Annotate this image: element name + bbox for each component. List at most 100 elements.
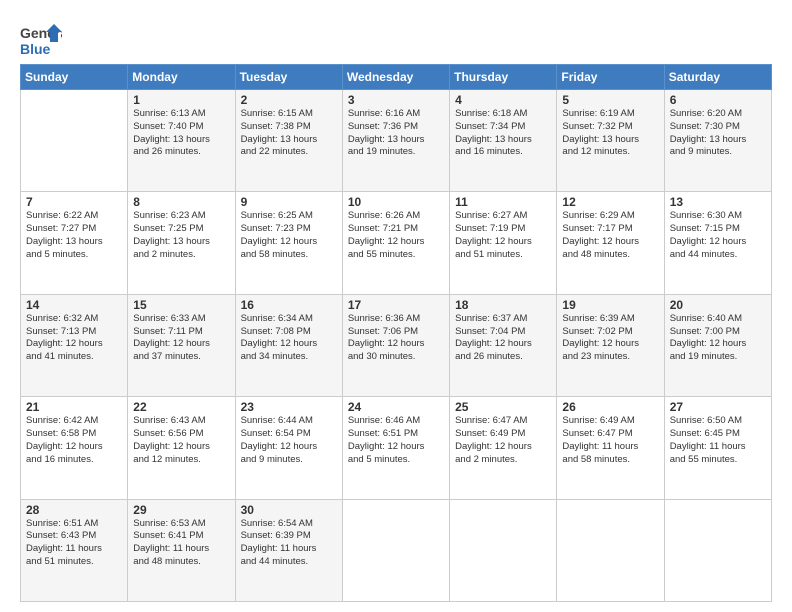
day-info: Sunrise: 6:39 AM Sunset: 7:02 PM Dayligh… [562,313,658,364]
calendar-cell: 16Sunrise: 6:34 AM Sunset: 7:08 PM Dayli… [235,294,342,396]
day-number: 1 [133,93,229,107]
calendar-cell: 3Sunrise: 6:16 AM Sunset: 7:36 PM Daylig… [342,90,449,192]
day-number: 2 [241,93,337,107]
day-info: Sunrise: 6:33 AM Sunset: 7:11 PM Dayligh… [133,313,229,364]
day-info: Sunrise: 6:53 AM Sunset: 6:41 PM Dayligh… [133,518,229,569]
day-info: Sunrise: 6:37 AM Sunset: 7:04 PM Dayligh… [455,313,551,364]
calendar-cell: 30Sunrise: 6:54 AM Sunset: 6:39 PM Dayli… [235,499,342,601]
day-info: Sunrise: 6:42 AM Sunset: 6:58 PM Dayligh… [26,415,122,466]
day-number: 19 [562,298,658,312]
calendar-cell: 21Sunrise: 6:42 AM Sunset: 6:58 PM Dayli… [21,397,128,499]
calendar-cell [664,499,771,601]
calendar-cell: 19Sunrise: 6:39 AM Sunset: 7:02 PM Dayli… [557,294,664,396]
calendar-body: 1Sunrise: 6:13 AM Sunset: 7:40 PM Daylig… [21,90,772,602]
calendar-cell: 15Sunrise: 6:33 AM Sunset: 7:11 PM Dayli… [128,294,235,396]
day-number: 20 [670,298,766,312]
day-info: Sunrise: 6:13 AM Sunset: 7:40 PM Dayligh… [133,108,229,159]
day-info: Sunrise: 6:22 AM Sunset: 7:27 PM Dayligh… [26,210,122,261]
calendar-cell: 28Sunrise: 6:51 AM Sunset: 6:43 PM Dayli… [21,499,128,601]
day-info: Sunrise: 6:50 AM Sunset: 6:45 PM Dayligh… [670,415,766,466]
calendar-cell: 18Sunrise: 6:37 AM Sunset: 7:04 PM Dayli… [450,294,557,396]
day-number: 21 [26,400,122,414]
day-info: Sunrise: 6:15 AM Sunset: 7:38 PM Dayligh… [241,108,337,159]
day-info: Sunrise: 6:25 AM Sunset: 7:23 PM Dayligh… [241,210,337,261]
day-number: 5 [562,93,658,107]
day-info: Sunrise: 6:44 AM Sunset: 6:54 PM Dayligh… [241,415,337,466]
day-number: 29 [133,503,229,517]
day-number: 6 [670,93,766,107]
calendar-cell: 10Sunrise: 6:26 AM Sunset: 7:21 PM Dayli… [342,192,449,294]
calendar-week-row: 14Sunrise: 6:32 AM Sunset: 7:13 PM Dayli… [21,294,772,396]
logo-svg: General Blue [20,22,62,58]
weekday-header: Thursday [450,65,557,90]
day-info: Sunrise: 6:36 AM Sunset: 7:06 PM Dayligh… [348,313,444,364]
day-info: Sunrise: 6:19 AM Sunset: 7:32 PM Dayligh… [562,108,658,159]
calendar-cell [21,90,128,192]
svg-text:Blue: Blue [20,41,51,57]
calendar-cell: 27Sunrise: 6:50 AM Sunset: 6:45 PM Dayli… [664,397,771,499]
day-info: Sunrise: 6:32 AM Sunset: 7:13 PM Dayligh… [26,313,122,364]
calendar-week-row: 21Sunrise: 6:42 AM Sunset: 6:58 PM Dayli… [21,397,772,499]
day-info: Sunrise: 6:20 AM Sunset: 7:30 PM Dayligh… [670,108,766,159]
day-info: Sunrise: 6:51 AM Sunset: 6:43 PM Dayligh… [26,518,122,569]
day-number: 27 [670,400,766,414]
day-number: 7 [26,195,122,209]
calendar-cell [450,499,557,601]
calendar-cell: 25Sunrise: 6:47 AM Sunset: 6:49 PM Dayli… [450,397,557,499]
day-number: 14 [26,298,122,312]
calendar-cell: 20Sunrise: 6:40 AM Sunset: 7:00 PM Dayli… [664,294,771,396]
day-info: Sunrise: 6:30 AM Sunset: 7:15 PM Dayligh… [670,210,766,261]
calendar-cell: 17Sunrise: 6:36 AM Sunset: 7:06 PM Dayli… [342,294,449,396]
day-info: Sunrise: 6:27 AM Sunset: 7:19 PM Dayligh… [455,210,551,261]
calendar-cell: 4Sunrise: 6:18 AM Sunset: 7:34 PM Daylig… [450,90,557,192]
day-info: Sunrise: 6:18 AM Sunset: 7:34 PM Dayligh… [455,108,551,159]
day-number: 3 [348,93,444,107]
day-number: 30 [241,503,337,517]
day-info: Sunrise: 6:47 AM Sunset: 6:49 PM Dayligh… [455,415,551,466]
day-info: Sunrise: 6:34 AM Sunset: 7:08 PM Dayligh… [241,313,337,364]
calendar-cell: 1Sunrise: 6:13 AM Sunset: 7:40 PM Daylig… [128,90,235,192]
day-number: 28 [26,503,122,517]
day-number: 9 [241,195,337,209]
day-number: 22 [133,400,229,414]
calendar-cell: 5Sunrise: 6:19 AM Sunset: 7:32 PM Daylig… [557,90,664,192]
day-number: 25 [455,400,551,414]
weekday-header: Tuesday [235,65,342,90]
weekday-header: Saturday [664,65,771,90]
weekday-header: Monday [128,65,235,90]
calendar-table: SundayMondayTuesdayWednesdayThursdayFrid… [20,64,772,602]
calendar-cell: 2Sunrise: 6:15 AM Sunset: 7:38 PM Daylig… [235,90,342,192]
day-info: Sunrise: 6:26 AM Sunset: 7:21 PM Dayligh… [348,210,444,261]
logo: General Blue [20,22,62,58]
day-info: Sunrise: 6:40 AM Sunset: 7:00 PM Dayligh… [670,313,766,364]
day-number: 12 [562,195,658,209]
calendar-cell: 7Sunrise: 6:22 AM Sunset: 7:27 PM Daylig… [21,192,128,294]
calendar-cell: 8Sunrise: 6:23 AM Sunset: 7:25 PM Daylig… [128,192,235,294]
day-info: Sunrise: 6:29 AM Sunset: 7:17 PM Dayligh… [562,210,658,261]
weekday-header: Sunday [21,65,128,90]
day-info: Sunrise: 6:43 AM Sunset: 6:56 PM Dayligh… [133,415,229,466]
calendar-cell: 14Sunrise: 6:32 AM Sunset: 7:13 PM Dayli… [21,294,128,396]
calendar-cell: 6Sunrise: 6:20 AM Sunset: 7:30 PM Daylig… [664,90,771,192]
day-number: 15 [133,298,229,312]
day-info: Sunrise: 6:49 AM Sunset: 6:47 PM Dayligh… [562,415,658,466]
calendar-cell: 13Sunrise: 6:30 AM Sunset: 7:15 PM Dayli… [664,192,771,294]
calendar-cell: 29Sunrise: 6:53 AM Sunset: 6:41 PM Dayli… [128,499,235,601]
day-number: 24 [348,400,444,414]
calendar-cell: 12Sunrise: 6:29 AM Sunset: 7:17 PM Dayli… [557,192,664,294]
day-number: 13 [670,195,766,209]
page: General Blue SundayMondayTuesdayWednesda… [0,0,792,612]
weekday-header: Friday [557,65,664,90]
day-number: 11 [455,195,551,209]
calendar-cell: 11Sunrise: 6:27 AM Sunset: 7:19 PM Dayli… [450,192,557,294]
calendar-cell: 22Sunrise: 6:43 AM Sunset: 6:56 PM Dayli… [128,397,235,499]
calendar-cell: 24Sunrise: 6:46 AM Sunset: 6:51 PM Dayli… [342,397,449,499]
day-info: Sunrise: 6:46 AM Sunset: 6:51 PM Dayligh… [348,415,444,466]
calendar-cell [557,499,664,601]
weekday-header: Wednesday [342,65,449,90]
day-number: 10 [348,195,444,209]
calendar-cell: 26Sunrise: 6:49 AM Sunset: 6:47 PM Dayli… [557,397,664,499]
day-number: 16 [241,298,337,312]
day-number: 18 [455,298,551,312]
day-info: Sunrise: 6:23 AM Sunset: 7:25 PM Dayligh… [133,210,229,261]
